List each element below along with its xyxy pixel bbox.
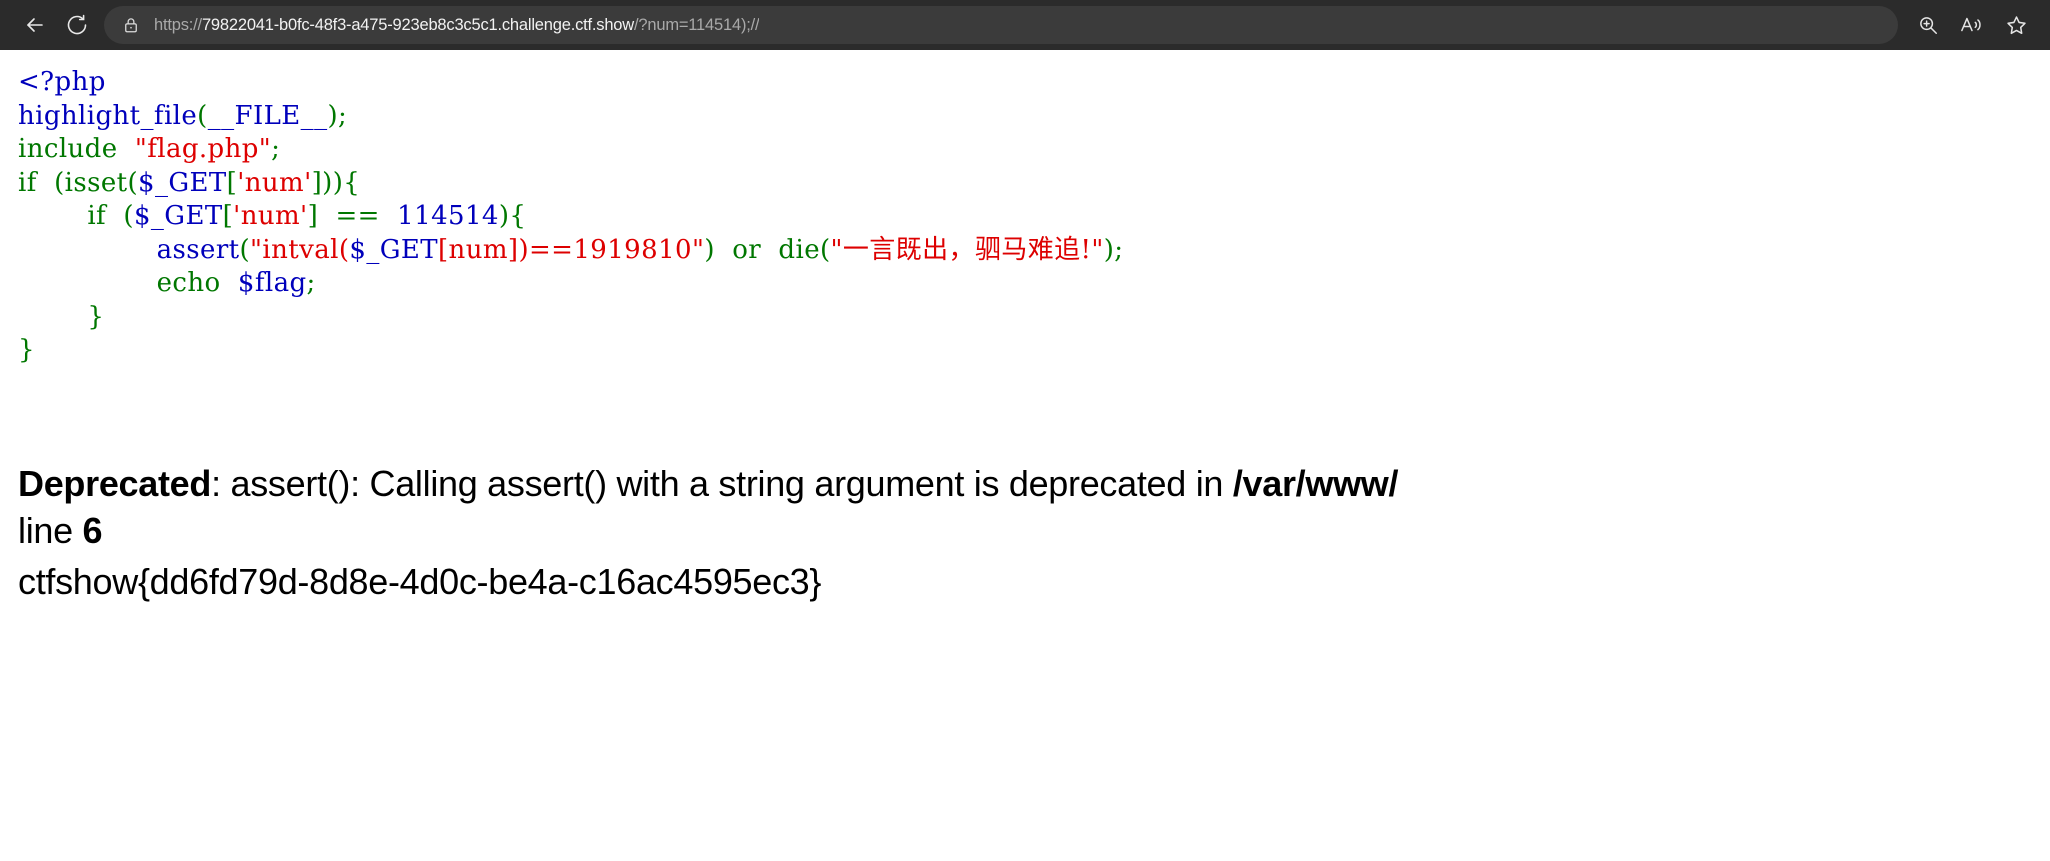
url-text[interactable]: https://79822041-b0fc-48f3-a475-923eb8c3…	[154, 6, 759, 44]
deprecated-line-number-row: line 6	[18, 507, 2050, 554]
code-token: or	[723, 234, 770, 265]
code-token: if	[18, 167, 46, 198]
page-content: <?php highlight_file(__FILE__); include …	[0, 50, 2050, 605]
code-token: }	[18, 301, 105, 332]
url-host: 79822041-b0fc-48f3-a475-923eb8c3c5c1.cha…	[201, 16, 635, 34]
site-information-icon[interactable]	[118, 12, 144, 38]
code-line: highlight_file(__FILE__);	[18, 101, 347, 131]
code-token: $_GET	[349, 234, 439, 265]
deprecated-label: Deprecated	[18, 462, 212, 504]
code-token: );	[1103, 234, 1124, 265]
code-token: [num])==1919810"	[438, 234, 705, 265]
code-token: die(	[769, 234, 831, 265]
url-scheme: https://	[154, 16, 202, 34]
line-prefix: line	[18, 509, 83, 551]
code-token: ]	[307, 201, 327, 231]
code-token: "一言既出，驷马难追!"	[830, 234, 1104, 265]
flag-text: ctfshow{dd6fd79d-8d8e-4d0c-be4a-c16ac459…	[18, 560, 822, 602]
code-token: if	[18, 201, 115, 231]
code-token: 'num'	[233, 201, 308, 231]
code-token: (	[239, 234, 251, 265]
code-token: 'num'	[237, 167, 312, 198]
code-line: include "flag.php";	[18, 134, 280, 164]
code-token: highlight_file	[18, 100, 198, 131]
back-arrow-icon	[27, 18, 43, 32]
code-token: <?php	[18, 67, 106, 97]
browser-toolbar: https://79822041-b0fc-48f3-a475-923eb8c3…	[0, 0, 2050, 50]
php-source-listing: <?php highlight_file(__FILE__); include …	[0, 50, 2050, 368]
code-token: ==	[326, 201, 389, 231]
code-token: include	[18, 134, 127, 164]
read-aloud-icon	[1961, 17, 1981, 32]
code-line: if ($_GET['num'] == 114514){	[18, 201, 526, 231]
zoom-button[interactable]	[1908, 5, 1948, 45]
toolbar-actions	[1908, 5, 2036, 45]
deprecated-message: : assert(): Calling assert() with a stri…	[211, 462, 1233, 504]
line-number: 6	[82, 509, 103, 551]
address-bar[interactable]: https://79822041-b0fc-48f3-a475-923eb8c3…	[104, 6, 1898, 44]
code-token: echo	[18, 268, 230, 298]
code-line: }	[18, 302, 104, 332]
code-token: ;	[271, 134, 281, 164]
php-output: Deprecated: assert(): Calling assert() w…	[0, 460, 2050, 605]
zoom-in-icon	[1920, 17, 1937, 34]
code-token: )	[704, 234, 724, 265]
refresh-icon	[67, 14, 87, 35]
code-token: (isset(	[45, 167, 138, 198]
code-token: (	[114, 201, 134, 231]
deprecated-file-path: /var/www/	[1232, 462, 1399, 504]
refresh-button[interactable]	[56, 4, 98, 46]
code-token: ;	[306, 268, 316, 298]
code-token: assert	[156, 234, 240, 265]
code-line: if (isset($_GET['num'])){	[18, 168, 360, 198]
code-token: 114514	[388, 201, 499, 231]
url-path: /?num=114514);//	[634, 16, 760, 34]
code-line: assert("intval($_GET[num])==1919810") or…	[18, 235, 1123, 265]
code-token: ;	[338, 100, 348, 131]
code-line: echo $flag;	[18, 268, 316, 298]
code-token: __FILE__	[207, 100, 328, 131]
code-token: ])){	[311, 167, 361, 198]
code-line: }	[18, 335, 35, 365]
favorite-button[interactable]	[1996, 5, 2036, 45]
code-token: $flag	[229, 268, 307, 298]
star-icon	[2006, 15, 2026, 34]
code-token: [	[222, 201, 234, 231]
code-token: ){	[498, 201, 527, 231]
deprecated-notice: Deprecated: assert(): Calling assert() w…	[18, 460, 2050, 507]
code-token: "flag.php"	[126, 134, 272, 164]
code-token: $_GET	[133, 201, 223, 231]
back-button[interactable]	[14, 4, 56, 46]
code-line: <?php	[18, 67, 106, 97]
lock-icon	[125, 18, 137, 33]
code-token: [	[226, 167, 238, 198]
code-token: }	[18, 335, 35, 365]
code-token: (	[197, 100, 208, 131]
code-token: $_GET	[138, 167, 227, 198]
code-token: )	[327, 100, 339, 131]
code-token: "intval(	[250, 234, 350, 265]
read-aloud-button[interactable]	[1952, 5, 1992, 45]
